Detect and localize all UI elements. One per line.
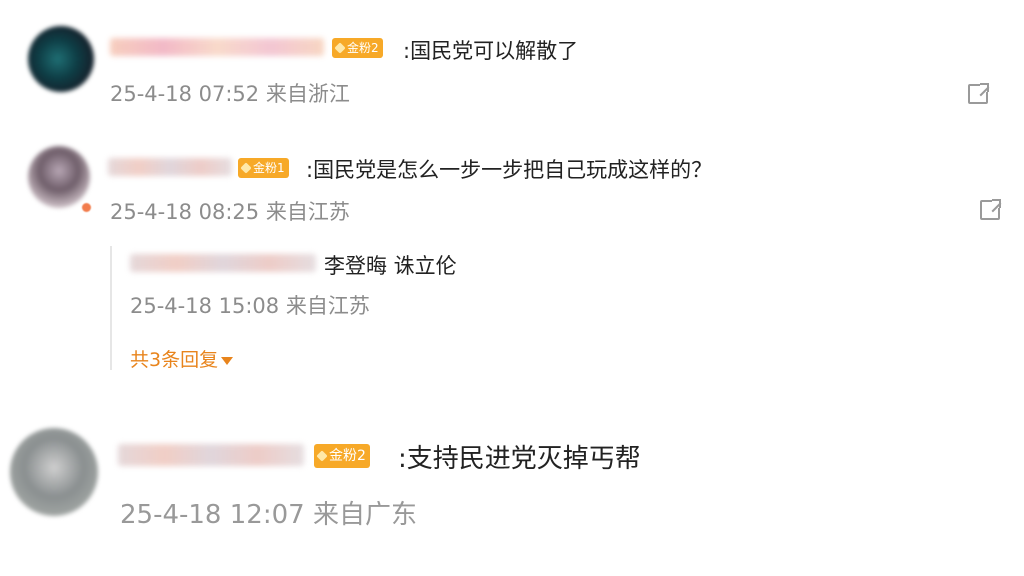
reply-meta: 25-4-18 15:08 来自江苏 xyxy=(130,290,370,320)
user-avatar[interactable] xyxy=(10,428,98,516)
more-replies-label: 共3条回复 xyxy=(130,349,219,371)
reply-time: 25-4-18 15:08 xyxy=(130,294,280,318)
more-replies-link[interactable]: 共3条回复 xyxy=(130,345,234,372)
comment-text: :国民党是怎么一步一步把自己玩成这样的？ xyxy=(306,158,713,182)
avatar-status-icon xyxy=(82,203,91,212)
reply-thread-divider xyxy=(110,246,112,370)
share-external-icon[interactable] xyxy=(980,198,1002,220)
fan-badge[interactable]: 金粉1 xyxy=(238,158,289,178)
comment-text: :支持民进党灭掉丐帮 xyxy=(398,444,641,474)
fan-badge[interactable]: 金粉2 xyxy=(314,444,370,468)
user-avatar[interactable] xyxy=(28,146,90,208)
comment-time: 25-4-18 12:07 xyxy=(120,500,305,530)
gem-icon xyxy=(240,162,252,174)
reply-text: 李登晦 诛立伦 xyxy=(324,254,457,278)
username-blurred[interactable] xyxy=(118,444,304,466)
comment-meta: 25-4-18 12:07 来自广东 xyxy=(120,494,417,531)
fan-badge-label: 金粉2 xyxy=(329,448,366,464)
username-blurred[interactable] xyxy=(108,158,232,176)
comment-meta: 25-4-18 08:25 来自江苏 xyxy=(110,196,350,226)
reply-username-blurred[interactable] xyxy=(130,254,316,272)
comment-location: 来自广东 xyxy=(312,500,417,530)
comment-location: 来自江苏 xyxy=(265,200,350,224)
fan-badge-label: 金粉1 xyxy=(253,161,285,175)
gem-icon xyxy=(316,450,328,462)
reply-location: 来自江苏 xyxy=(285,294,370,318)
caret-down-icon xyxy=(221,356,234,365)
comment-item: 金粉1 :国民党是怎么一步一步把自己玩成这样的？ 25-4-18 08:25 来… xyxy=(0,0,1024,380)
comment-time: 25-4-18 08:25 xyxy=(110,200,260,224)
